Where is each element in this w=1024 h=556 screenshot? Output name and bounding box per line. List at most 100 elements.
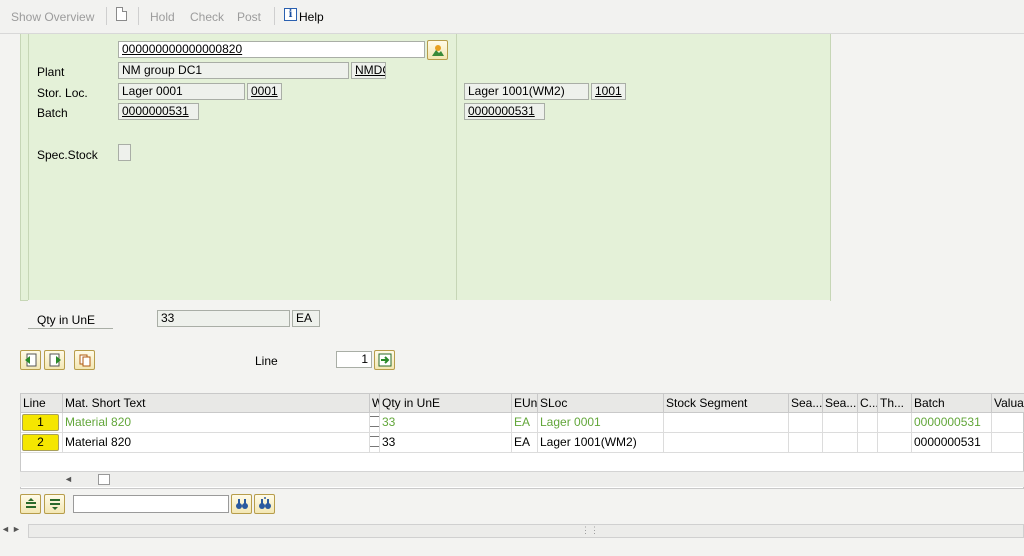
help-button[interactable]: Help	[299, 10, 324, 24]
sloc-cell: Lager 1001(WM2)	[538, 433, 664, 452]
hold-button[interactable]: Hold	[150, 10, 175, 24]
col-th[interactable]: Th...	[878, 394, 912, 413]
select-all-icon	[26, 498, 36, 508]
next-page-icon	[49, 353, 61, 367]
plant-code-field[interactable]: NMDC	[351, 62, 386, 79]
storloc-name-field: Lager 0001	[118, 83, 245, 100]
toolbar-separator	[106, 7, 107, 25]
stock-segment-cell	[664, 433, 789, 452]
line-label: Line	[255, 354, 278, 368]
show-overview-button[interactable]: Show Overview	[11, 10, 94, 24]
plant-name-field: NM group DC1	[118, 62, 349, 79]
material-picture-button[interactable]	[427, 40, 448, 60]
scroll-left-icon[interactable]: ◄	[64, 474, 73, 484]
plant-label: Plant	[37, 65, 65, 79]
col-sloc[interactable]: SLoc	[538, 394, 664, 413]
find-next-button[interactable]	[254, 494, 275, 514]
w-cell	[370, 413, 380, 432]
line-go-button[interactable]	[374, 350, 395, 370]
sea1-cell	[789, 413, 823, 432]
col-line[interactable]: Line	[21, 394, 63, 413]
table-row[interactable]: 2 Material 820 33 EA Lager 1001(WM2) 000…	[21, 433, 1024, 453]
col-qty[interactable]: Qty in UnE	[380, 394, 512, 413]
valuat-cell	[992, 413, 1024, 432]
col-batch[interactable]: Batch	[912, 394, 992, 413]
qty-label: Qty in UnE	[37, 313, 96, 327]
col-valuat[interactable]: Valuat	[992, 394, 1024, 413]
line-cell: 2	[21, 433, 63, 452]
batch-cell: 0000000531	[912, 413, 992, 432]
page-scroll-left-icon[interactable]: ◄	[1, 524, 10, 534]
spec-stock-field[interactable]	[118, 144, 131, 161]
landscape-icon	[432, 45, 444, 56]
batch-cell: 0000000531	[912, 433, 992, 452]
line-button[interactable]: 2	[22, 434, 59, 451]
col-mat-short-text[interactable]: Mat. Short Text	[63, 394, 370, 413]
c-cell	[858, 413, 878, 432]
batch-field[interactable]: 0000000531	[118, 103, 199, 120]
col-w[interactable]: W	[370, 394, 380, 413]
w-checkbox[interactable]	[370, 416, 379, 427]
qty-unit-field: EA	[292, 310, 320, 327]
sloc-cell: Lager 0001	[538, 413, 664, 432]
eun-cell: EA	[512, 413, 538, 432]
previous-item-button[interactable]	[20, 350, 41, 370]
check-button[interactable]: Check	[190, 10, 224, 24]
select-all-button[interactable]	[20, 494, 41, 514]
storloc-code-field[interactable]: 0001	[247, 83, 282, 100]
search-input[interactable]	[73, 495, 229, 513]
dest-storloc-name-field: Lager 1001(WM2)	[464, 83, 589, 100]
copy-item-button[interactable]	[74, 350, 95, 370]
col-sea-1[interactable]: Sea...	[789, 394, 823, 413]
col-stock-segment[interactable]: Stock Segment	[664, 394, 789, 413]
sea2-cell	[823, 433, 858, 452]
table-row[interactable]: 1 Material 820 33 EA Lager 0001 00000005…	[21, 413, 1024, 433]
qty-label-underline	[28, 328, 113, 329]
deselect-all-icon	[50, 499, 60, 510]
material-field[interactable]: 000000000000000820	[118, 41, 425, 58]
line-button[interactable]: 1	[22, 414, 59, 431]
post-button[interactable]: Post	[237, 10, 261, 24]
dest-storloc-code-field[interactable]: 1001	[591, 83, 626, 100]
qty-row	[28, 300, 830, 330]
scroll-thumb[interactable]	[98, 474, 110, 485]
toolbar-separator	[138, 7, 139, 25]
valuat-cell	[992, 433, 1024, 452]
spec-stock-label: Spec.Stock	[37, 148, 98, 162]
c-cell	[858, 433, 878, 452]
col-sea-2[interactable]: Sea...	[823, 394, 858, 413]
w-checkbox[interactable]	[370, 436, 379, 447]
th-cell	[878, 413, 912, 432]
binoculars-plus-icon	[259, 497, 271, 509]
table-row-empty	[21, 453, 1024, 473]
next-item-button[interactable]	[44, 350, 65, 370]
storloc-label: Stor. Loc.	[37, 86, 88, 100]
go-icon	[378, 353, 392, 367]
table-header: Line Mat. Short Text W Qty in UnE EUn SL…	[21, 394, 1024, 413]
deselect-all-button[interactable]	[44, 494, 65, 514]
th-cell	[878, 433, 912, 452]
col-c[interactable]: C...	[858, 394, 878, 413]
stock-segment-cell	[664, 413, 789, 432]
dest-batch-field[interactable]: 0000000531	[464, 103, 545, 120]
eun-cell: EA	[512, 433, 538, 452]
qty-field[interactable]: 33	[157, 310, 290, 327]
line-cell: 1	[21, 413, 63, 432]
application-toolbar: Show Overview Hold Check Post i Help	[0, 0, 1024, 34]
qty-cell: 33	[380, 433, 512, 452]
grip-icon: ⋮⋮	[581, 525, 599, 535]
w-cell	[370, 433, 380, 452]
table-horizontal-scrollbar[interactable]: ◄	[20, 471, 1024, 487]
col-eun[interactable]: EUn	[512, 394, 538, 413]
document-icon[interactable]	[116, 7, 127, 21]
mat-text-cell: Material 820	[63, 413, 370, 432]
page-horizontal-scrollbar[interactable]: ⋮⋮	[28, 524, 1024, 538]
page-scroll-right-icon[interactable]: ►	[12, 524, 21, 534]
copy-icon	[79, 354, 91, 367]
info-icon[interactable]: i	[284, 8, 297, 21]
sea2-cell	[823, 413, 858, 432]
mat-text-cell: Material 820	[63, 433, 370, 452]
qty-cell: 33	[380, 413, 512, 432]
line-field[interactable]: 1	[336, 351, 372, 368]
find-button[interactable]	[231, 494, 252, 514]
